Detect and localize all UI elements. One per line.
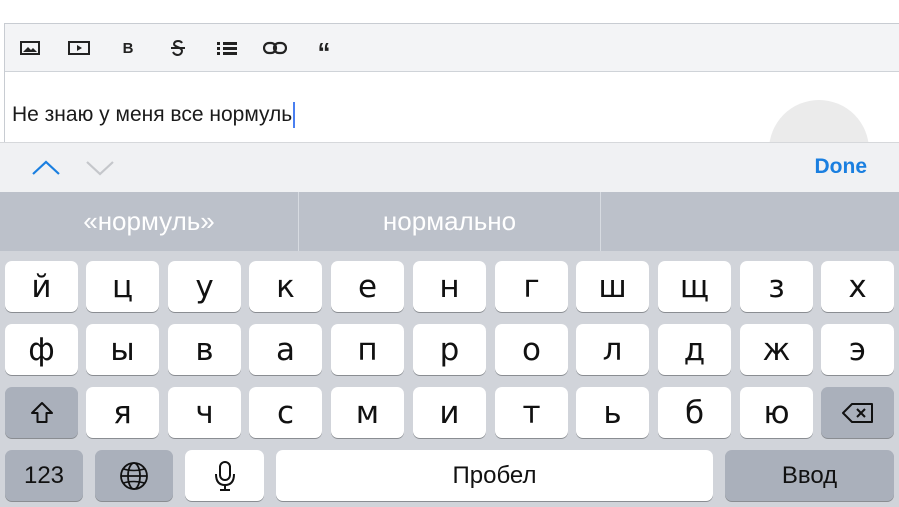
keyboard-accessory-bar: Done	[0, 142, 899, 192]
editor-card: B “ Не знаю у меня все нормуль	[4, 23, 899, 153]
key-у[interactable]: у	[168, 261, 241, 312]
chevron-up-icon[interactable]	[30, 155, 62, 179]
key-в[interactable]: в	[168, 324, 241, 375]
suggestion-item[interactable]	[601, 192, 899, 251]
globe-icon	[120, 461, 148, 490]
strikethrough-icon[interactable]	[165, 36, 191, 60]
key-х[interactable]: х	[821, 261, 894, 312]
backspace-key[interactable]	[821, 387, 894, 438]
key-и[interactable]: и	[413, 387, 486, 438]
key-а[interactable]: а	[249, 324, 322, 375]
editor-text: Не знаю у меня все нормуль	[12, 103, 293, 126]
key-р[interactable]: р	[413, 324, 486, 375]
shift-icon	[30, 401, 53, 423]
key-й[interactable]: й	[5, 261, 78, 312]
key-л[interactable]: л	[576, 324, 649, 375]
key-щ[interactable]: щ	[658, 261, 731, 312]
image-icon[interactable]	[17, 36, 43, 60]
list-icon[interactable]	[214, 36, 240, 60]
key-ю[interactable]: ю	[740, 387, 813, 438]
key-ф[interactable]: ф	[5, 324, 78, 375]
key-т[interactable]: т	[495, 387, 568, 438]
text-caret	[293, 102, 296, 128]
chevron-down-icon[interactable]	[84, 155, 116, 179]
editor-text-area[interactable]: Не знаю у меня все нормуль	[12, 102, 296, 128]
key-н[interactable]: н	[413, 261, 486, 312]
key-ч[interactable]: ч	[168, 387, 241, 438]
link-icon[interactable]	[262, 36, 288, 60]
key-ь[interactable]: ь	[576, 387, 649, 438]
key-ж[interactable]: ж	[740, 324, 813, 375]
key-с[interactable]: с	[249, 387, 322, 438]
shift-key[interactable]	[5, 387, 78, 438]
key-я[interactable]: я	[86, 387, 159, 438]
formatting-toolbar: B “	[5, 24, 899, 72]
key-е[interactable]: е	[331, 261, 404, 312]
key-ц[interactable]: ц	[86, 261, 159, 312]
key-э[interactable]: э	[821, 324, 894, 375]
keyboard: «нормуль» нормально й ц у к е н г ш щ з …	[0, 192, 899, 507]
suggestion-item[interactable]: «нормуль»	[0, 192, 298, 251]
microphone-key[interactable]	[185, 450, 264, 501]
done-button[interactable]: Done	[815, 155, 868, 179]
space-key[interactable]: Пробел	[276, 450, 713, 501]
numbers-key[interactable]: 123	[5, 450, 83, 501]
key-ы[interactable]: ы	[86, 324, 159, 375]
key-к[interactable]: к	[249, 261, 322, 312]
bold-icon[interactable]: B	[115, 36, 141, 60]
quote-icon[interactable]: “	[311, 36, 337, 67]
key-б[interactable]: б	[658, 387, 731, 438]
microphone-icon	[214, 460, 235, 491]
return-key[interactable]: Ввод	[725, 450, 894, 501]
suggestion-bar: «нормуль» нормально	[0, 192, 899, 251]
globe-key[interactable]	[95, 450, 173, 501]
key-г[interactable]: г	[495, 261, 568, 312]
key-о[interactable]: о	[495, 324, 568, 375]
key-д[interactable]: д	[658, 324, 731, 375]
key-з[interactable]: з	[740, 261, 813, 312]
suggestion-item[interactable]: нормально	[299, 192, 600, 251]
key-п[interactable]: п	[331, 324, 404, 375]
key-ш[interactable]: ш	[576, 261, 649, 312]
key-м[interactable]: м	[331, 387, 404, 438]
backspace-icon	[841, 402, 873, 423]
video-icon[interactable]	[66, 36, 92, 60]
